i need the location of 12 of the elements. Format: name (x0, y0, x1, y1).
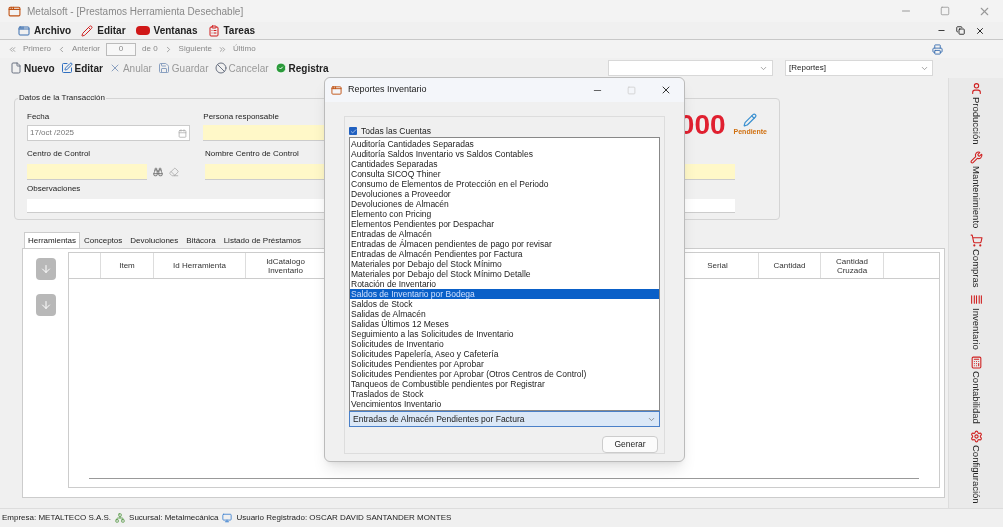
checkbox-label: Todas las Cuentas (361, 124, 431, 138)
dialog-title: Reportes Inventario (348, 83, 427, 97)
company-text: Empresa: METALTECO S.A.S. (2, 512, 112, 524)
user-text: Usuario Registrado: OSCAR DAVID SANTANDER MONTES (236, 512, 452, 524)
field-label: Centro de Control (27, 148, 92, 160)
record-count: de 0 (142, 43, 158, 55)
field-label: Persona responsable (203, 111, 279, 123)
field-label: Observaciones (27, 183, 81, 195)
field-label: Nombre Centro de Control (205, 148, 299, 160)
branch-text: Sucursal: Metalmecánica (129, 512, 219, 524)
window-title: Metalsoft - [Prestamos Herramienta Desechable] (27, 4, 244, 19)
field-label: Fecha (27, 111, 51, 123)
